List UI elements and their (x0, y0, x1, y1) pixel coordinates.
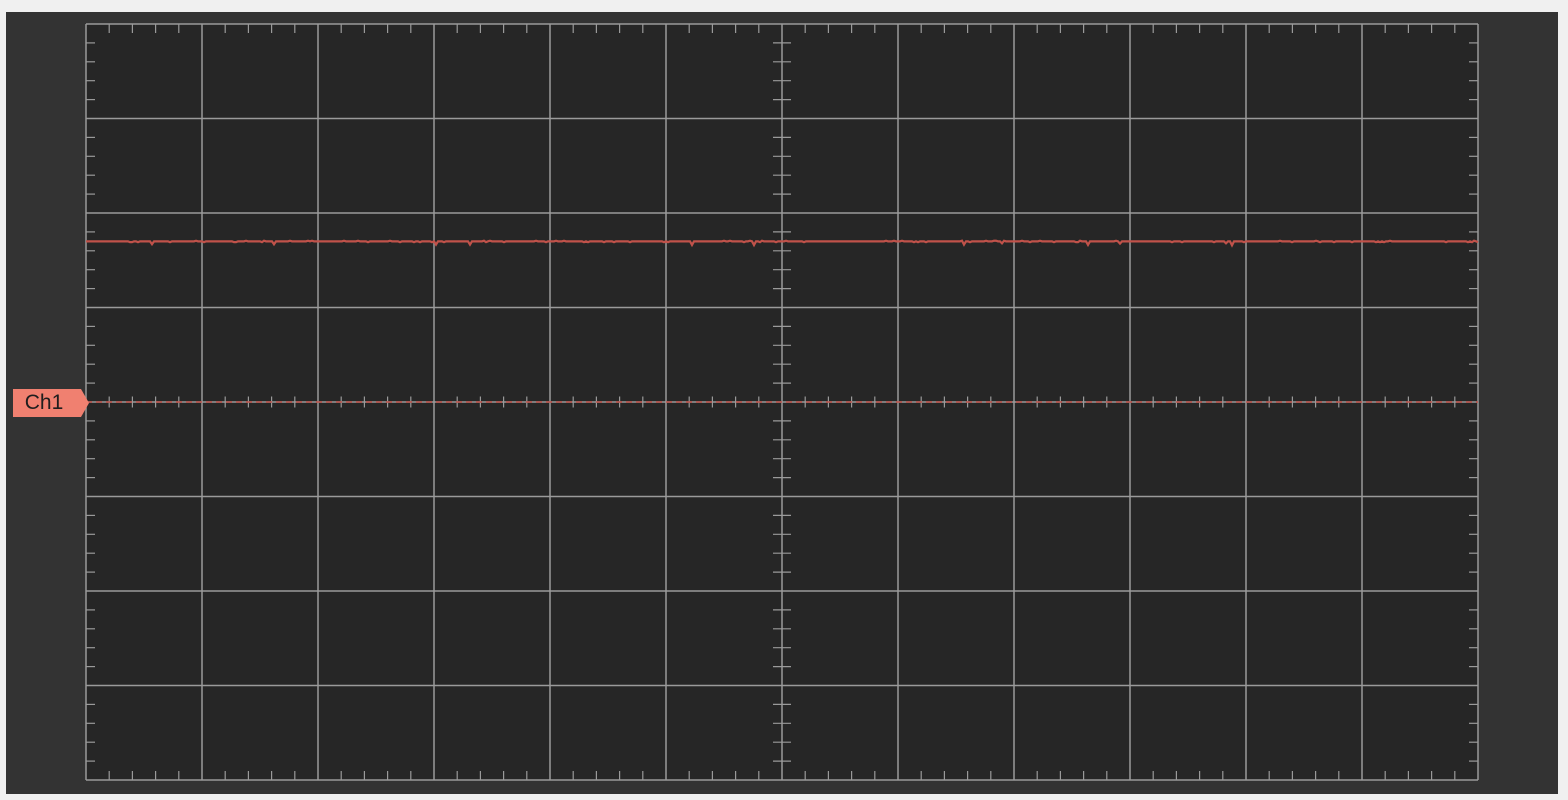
ch1-offset-marker[interactable]: Ch1 (13, 389, 89, 417)
ch1-label: Ch1 (24, 391, 64, 414)
oscilloscope-screen[interactable] (6, 12, 1558, 794)
oscilloscope-panel: Ch1 (6, 12, 1558, 794)
